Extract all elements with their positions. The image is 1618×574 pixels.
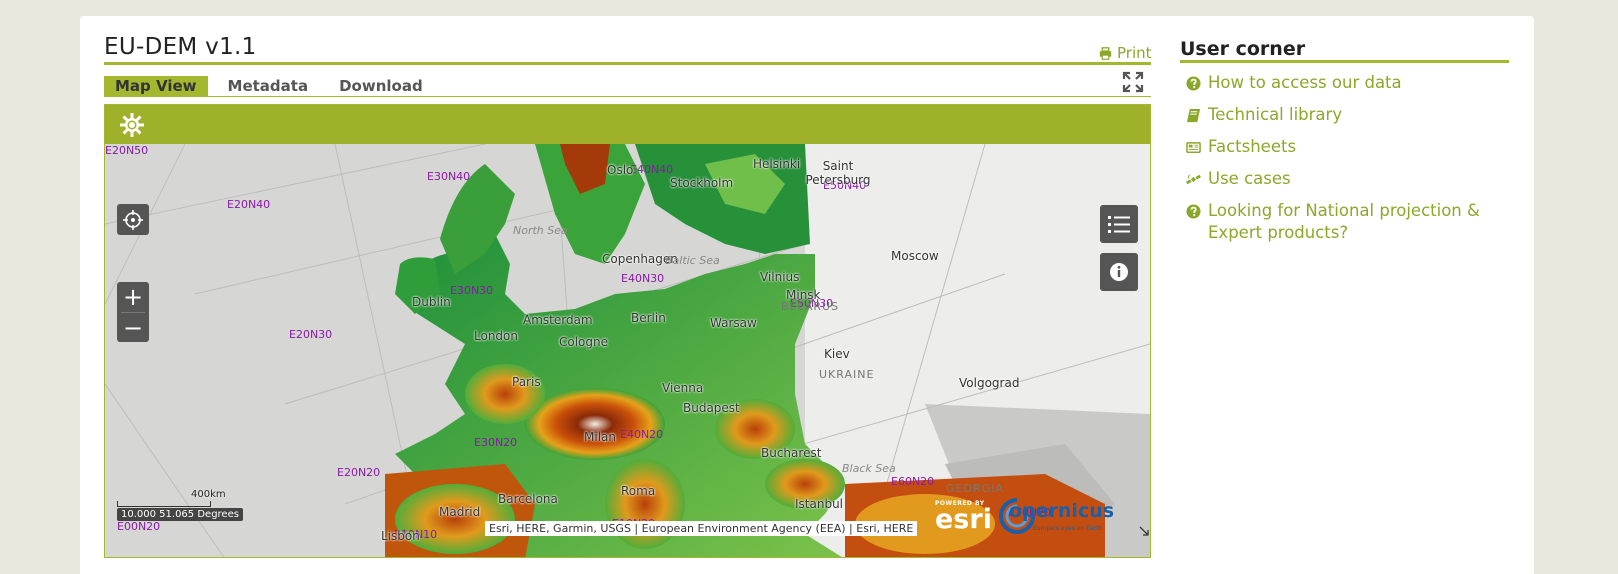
city-label: Volgograd [959, 376, 1020, 390]
sidebar-item-label: Factsheets [1208, 137, 1297, 156]
sidebar-item-technical-library[interactable]: Technical library [1184, 104, 1504, 126]
city-label: Lisbon [381, 529, 420, 543]
fullscreen-icon[interactable] [1122, 71, 1144, 93]
grid-tile-label: E30N20 [474, 436, 518, 449]
city-label: Kiev [824, 347, 850, 361]
city-label: Roma [621, 484, 656, 498]
grid-tile-label: E60N20 [891, 475, 935, 488]
copernicus-tagline: Europe's eyes on Earth [1033, 525, 1103, 532]
city-label: Cologne [559, 335, 609, 349]
sidebar-item-label: Looking for National projection & Expert… [1208, 201, 1480, 242]
country-label: BELARUS [781, 300, 840, 313]
sidebar-item-factsheets[interactable]: Factsheets [1184, 136, 1504, 158]
info-icon [1110, 263, 1128, 281]
city-label: Vienna [662, 381, 704, 395]
grid-tile-label: E20N30 [289, 328, 333, 341]
question-circle-icon [1184, 200, 1202, 222]
copernicus-wordmark: opernicus [1009, 500, 1115, 522]
coordinate-readout: 10.000 51.065 Degrees [117, 508, 243, 521]
sidebar-item-national-projection[interactable]: Looking for National projection & Expert… [1184, 200, 1504, 244]
sidebar-title: User corner [1180, 38, 1306, 60]
grid-tile-label: E00N20 [117, 520, 161, 533]
sidebar-item-access-data[interactable]: How to access our data [1184, 72, 1504, 94]
city-label: Istanbul [795, 497, 844, 511]
sea-label: Baltic Sea [665, 254, 720, 267]
info-button[interactable] [1100, 253, 1138, 291]
map-viewer[interactable]: E20N50 E30N40 E40N40 E50N40 E20N40 E40N3… [104, 104, 1151, 558]
city-label: Budapest [683, 401, 740, 415]
tabs-divider [104, 96, 1151, 97]
city-label: London [474, 329, 518, 343]
city-label: Berlin [631, 311, 666, 325]
grid-tile-label: E20N20 [337, 466, 381, 479]
sea-label: Black Sea [842, 462, 896, 475]
copernicus-logo: opernicus Europe's eyes on Earth [997, 494, 1114, 538]
tab-map-view[interactable]: Map View [104, 76, 208, 96]
city-label: Stockholm [670, 176, 734, 190]
city-label: Amsterdam [523, 313, 593, 327]
sidebar-item-use-cases[interactable]: Use cases [1184, 168, 1504, 190]
country-label: GEORGIA [946, 482, 1005, 495]
city-label: Madrid [439, 505, 481, 519]
map-toolbar [105, 105, 1150, 144]
sidebar-item-label: Use cases [1208, 169, 1291, 188]
city-label: Saint Petersburg [805, 159, 871, 187]
book-icon [1184, 104, 1202, 126]
esri-wordmark: esri [935, 504, 992, 535]
print-label: Print [1117, 44, 1152, 62]
city-label: Barcelona [498, 492, 558, 506]
title-divider [104, 62, 1151, 65]
city-label: Warsaw [710, 316, 757, 330]
legend-button[interactable] [1100, 205, 1138, 243]
city-label: Bucharest [761, 446, 822, 460]
map-canvas[interactable]: E20N50 E30N40 E40N40 E50N40 E20N40 E40N3… [105, 144, 1150, 557]
city-label: Oslo [607, 163, 634, 177]
zoom-out-button[interactable]: − [117, 313, 149, 343]
gear-icon[interactable] [119, 112, 145, 138]
esri-logo: POWERED BY esri [935, 500, 1001, 536]
city-label: Moscow [891, 249, 939, 263]
map-attribution: Esri, HERE, Garmin, USGS | European Envi… [485, 521, 918, 536]
grid-tile-label: E40N20 [620, 428, 664, 441]
city-label: Dublin [412, 295, 451, 309]
grid-tile-label: E30N30 [450, 284, 494, 297]
locate-button[interactable] [117, 204, 149, 235]
print-link[interactable]: Print [1099, 44, 1152, 62]
grid-tile-label: E40N40 [630, 163, 674, 176]
tab-metadata[interactable]: Metadata [217, 76, 320, 96]
legend-list-icon [1108, 216, 1130, 233]
satellite-icon [1184, 168, 1202, 190]
city-label: Vilnius [760, 270, 800, 284]
sea-label: North Sea [513, 224, 568, 237]
resize-handle-icon[interactable] [1139, 526, 1149, 536]
city-label: Helsinki [753, 157, 801, 171]
city-label: Paris [512, 375, 541, 389]
printer-icon [1099, 46, 1112, 60]
zoom-control: + − [117, 282, 149, 342]
locate-icon [123, 209, 143, 230]
sidebar-item-label: How to access our data [1208, 73, 1402, 92]
grid-tile-label: E20N40 [227, 198, 271, 211]
grid-tile-label: E30N40 [427, 170, 471, 183]
zoom-in-button[interactable]: + [117, 282, 149, 312]
grid-tile-label: E40N30 [621, 272, 665, 285]
grid-tile-label: E20N50 [105, 144, 149, 157]
tab-download[interactable]: Download [328, 76, 434, 96]
user-corner-list: How to access our data Technical library… [1184, 72, 1504, 254]
city-label: Milan [584, 430, 616, 444]
country-label: UKRAINE [819, 368, 875, 381]
newspaper-icon [1184, 136, 1202, 158]
sidebar-item-label: Technical library [1208, 105, 1343, 124]
sidebar-divider [1180, 60, 1509, 63]
scale-label: 400km [191, 489, 226, 500]
tab-bar: Map View Metadata Download [104, 76, 443, 96]
question-circle-icon [1184, 72, 1202, 94]
page-title: EU-DEM v1.1 [104, 34, 257, 60]
scale-line [117, 501, 211, 507]
